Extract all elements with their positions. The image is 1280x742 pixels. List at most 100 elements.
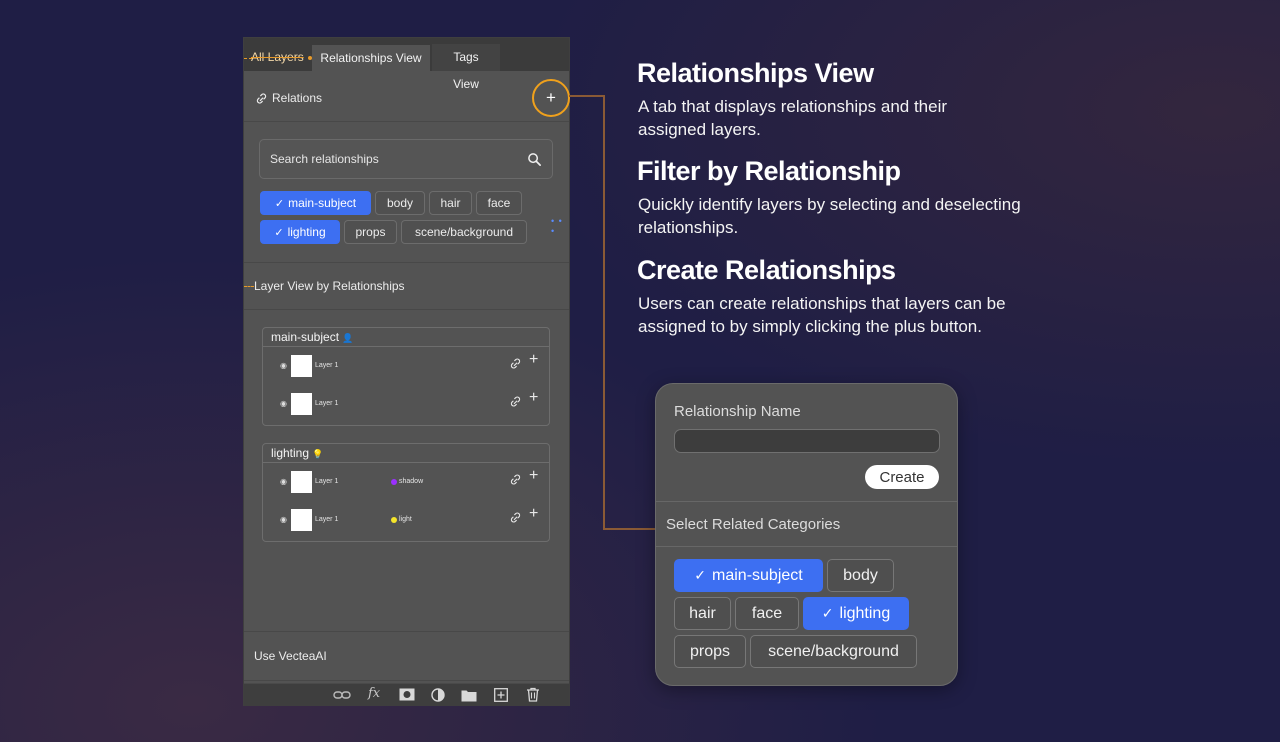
divider: [244, 309, 569, 310]
layer-row[interactable]: ◉ Layer 1 shadow +: [263, 463, 549, 501]
layer-name: Layer 1: [315, 362, 339, 369]
link-icon: [256, 92, 267, 104]
layer-thumbnail: [291, 355, 312, 377]
layer-row[interactable]: ◉ Layer 1 light +: [263, 501, 549, 539]
layer-thumbnail: [291, 509, 312, 531]
add-layer-button[interactable]: +: [529, 505, 538, 523]
tab-all-layers[interactable]: All Layers: [244, 44, 311, 71]
filter-chip-face[interactable]: face: [476, 191, 522, 215]
connector-line: [603, 528, 656, 530]
add-layer-button[interactable]: +: [529, 351, 538, 369]
chip-label: lighting: [287, 225, 326, 239]
panel-tab-bar: All Layers Relationships View Tags View: [244, 38, 569, 91]
person-icon: 👤: [342, 333, 354, 343]
category-chip-main-subject[interactable]: ✓ main-subject: [674, 559, 823, 592]
tag-label: shadow: [399, 478, 424, 485]
add-layer-button[interactable]: +: [529, 467, 538, 485]
lightbulb-icon: 💡: [312, 449, 324, 459]
tab-tags-view[interactable]: Tags View: [432, 44, 500, 91]
group-title: main-subject 👤: [263, 328, 549, 347]
layer-tag: shadow: [391, 478, 423, 485]
layer-row[interactable]: ◉ Layer 1 +: [263, 347, 549, 385]
category-chip-lighting[interactable]: ✓ lighting: [803, 597, 909, 630]
filter-chip-props[interactable]: props: [344, 220, 397, 244]
filter-chip-scene-background[interactable]: scene/background: [401, 220, 527, 244]
description-body: Users can create relationships that laye…: [638, 294, 1006, 336]
divider: [244, 631, 569, 632]
folder-icon[interactable]: [461, 689, 477, 702]
create-relationship-dialog: Relationship Name Create Select Related …: [655, 383, 958, 686]
description-title: Filter by Relationship: [637, 156, 901, 186]
annotation-line: [244, 286, 254, 287]
relations-label: Relations: [272, 91, 323, 105]
group-title: lighting 💡: [263, 444, 549, 463]
add-layer-button[interactable]: +: [529, 389, 538, 407]
link-icon[interactable]: [333, 688, 351, 702]
annotation-line: [244, 58, 252, 59]
eye-icon[interactable]: ◉: [280, 399, 287, 408]
layer-view-title: Layer View by Relationships: [254, 279, 405, 293]
divider: [244, 262, 569, 263]
link-icon[interactable]: [509, 473, 522, 486]
category-chip-props[interactable]: props: [674, 635, 746, 668]
relationship-name-input[interactable]: [674, 429, 940, 453]
eye-icon[interactable]: ◉: [280, 515, 287, 524]
filter-chip-lighting[interactable]: ✓ lighting: [260, 220, 340, 244]
description-title: Relationships View: [637, 58, 874, 88]
check-icon: ✓: [694, 567, 707, 583]
category-chip-body[interactable]: body: [827, 559, 894, 592]
category-chip-hair[interactable]: hair: [674, 597, 731, 630]
eye-icon[interactable]: ◉: [280, 477, 287, 486]
filter-chip-body[interactable]: body: [375, 191, 425, 215]
eye-icon[interactable]: ◉: [280, 361, 287, 370]
categories-label: Select Related Categories: [666, 516, 841, 533]
description-body: Quickly identify layers by selecting and…: [638, 195, 1021, 237]
chip-label: main-subject: [288, 196, 357, 210]
link-icon[interactable]: [509, 395, 522, 408]
group-title-text: lighting: [271, 446, 310, 460]
description-body: A tab that displays relationships and th…: [638, 97, 948, 139]
divider: [244, 680, 569, 681]
connector-line: [569, 95, 604, 97]
filter-chip-main-subject[interactable]: ✓ main-subject: [260, 191, 371, 215]
layer-thumbnail: [291, 471, 312, 493]
category-chip-face[interactable]: face: [735, 597, 799, 630]
create-button[interactable]: Create: [865, 465, 939, 489]
chip-label: lighting: [839, 605, 891, 622]
layer-row[interactable]: ◉ Layer 1 +: [263, 385, 549, 423]
link-icon[interactable]: [509, 511, 522, 524]
add-relationship-button[interactable]: +: [532, 79, 570, 117]
relations-header: Relations: [255, 90, 322, 106]
category-chip-scene-background[interactable]: scene/background: [750, 635, 917, 668]
fx-icon[interactable]: fx: [368, 686, 380, 701]
check-icon: ✓: [821, 605, 834, 621]
layer-name: Layer 1: [315, 516, 339, 523]
check-icon: ✓: [274, 198, 285, 210]
link-icon[interactable]: [509, 357, 522, 370]
tab-relationships-view[interactable]: Relationships View: [311, 44, 431, 71]
divider: [244, 121, 569, 122]
search-box: [259, 139, 553, 179]
filter-chip-hair[interactable]: hair: [429, 191, 472, 215]
description-title: Create Relationships: [637, 255, 896, 285]
chip-label: main-subject: [712, 567, 803, 584]
relationship-group-lighting: lighting 💡 ◉ Layer 1 shadow + ◉ Layer 1 l…: [262, 443, 550, 542]
connector-line: [603, 95, 605, 530]
use-ai-link[interactable]: Use VecteaAI: [254, 649, 327, 663]
new-layer-icon[interactable]: [494, 688, 508, 702]
adjustment-icon[interactable]: [431, 688, 445, 702]
tag-color-dot: [391, 516, 397, 523]
layers-panel: All Layers Relationships View Tags View …: [243, 37, 570, 706]
trash-icon[interactable]: [526, 687, 540, 702]
search-input[interactable]: [270, 152, 500, 166]
search-icon[interactable]: [527, 152, 542, 167]
annotation-dot: [308, 56, 312, 60]
group-title-text: main-subject: [271, 330, 340, 344]
layer-name: Layer 1: [315, 400, 339, 407]
tag-label: light: [399, 516, 412, 523]
tag-color-dot: [391, 478, 397, 485]
divider: [656, 501, 957, 502]
layer-name: Layer 1: [315, 478, 339, 485]
mask-icon[interactable]: [399, 688, 415, 701]
annotation-dots: • • •: [551, 216, 563, 236]
